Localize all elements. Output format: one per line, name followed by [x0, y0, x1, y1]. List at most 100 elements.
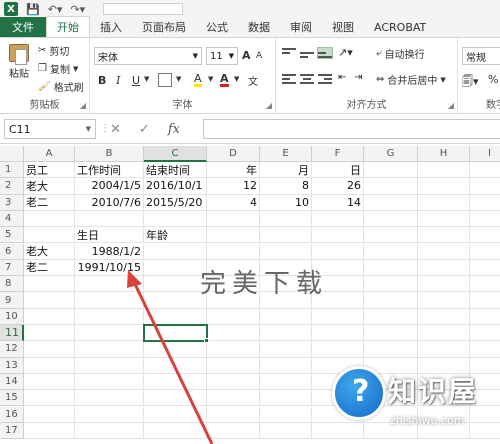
cell-g8[interactable] — [364, 276, 418, 293]
cell-h5[interactable] — [418, 227, 470, 244]
cell-e14[interactable] — [260, 373, 312, 391]
cell-i7[interactable] — [470, 260, 500, 277]
row-header-8[interactable]: 8 — [0, 276, 24, 293]
cell-e12[interactable] — [260, 341, 312, 358]
cell-b2[interactable]: 2004/1/5 — [75, 178, 144, 195]
cell-e5[interactable] — [260, 227, 312, 244]
cell-i1[interactable] — [470, 162, 500, 179]
fill-handle[interactable] — [204, 338, 209, 344]
cell-i4[interactable] — [470, 211, 500, 228]
cell-e16[interactable] — [260, 406, 312, 423]
cell-c14[interactable] — [144, 373, 207, 391]
cell-d14[interactable] — [207, 373, 260, 391]
cell-b15[interactable] — [75, 390, 144, 407]
cell-b9[interactable] — [75, 292, 144, 309]
dialog-launcher-icon[interactable]: ◢ — [266, 101, 272, 110]
decrease-indent-icon[interactable]: ⇤ — [338, 72, 346, 83]
cell-b12[interactable] — [75, 341, 144, 358]
cell-g1[interactable] — [364, 162, 418, 179]
cell-d12[interactable] — [207, 341, 260, 358]
column-header-a[interactable]: A — [24, 146, 75, 162]
cell-d1[interactable]: 年 — [207, 162, 260, 179]
cell-d6[interactable] — [207, 243, 260, 260]
cell-c7[interactable] — [144, 259, 207, 277]
cell-a3[interactable]: 老二 — [24, 194, 75, 211]
cell-f11[interactable] — [312, 325, 364, 342]
cell-h1[interactable] — [418, 162, 470, 179]
quick-access-box[interactable] — [103, 3, 184, 15]
tab-file[interactable]: 文件 — [0, 17, 46, 37]
font-size-select[interactable]: 11 ▼ — [206, 47, 238, 65]
cell-a17[interactable] — [24, 422, 75, 440]
cell-i10[interactable] — [470, 309, 500, 325]
cell-g5[interactable] — [364, 227, 418, 244]
cell-b13[interactable] — [75, 357, 144, 374]
row-header-7[interactable]: 7 — [0, 259, 24, 277]
tab-acrobat[interactable]: ACROBAT — [364, 17, 436, 37]
cell-a11[interactable] — [24, 325, 75, 342]
cell-b8[interactable] — [75, 276, 144, 293]
copy-button[interactable]: ❐ 复制 ▼ — [38, 61, 78, 76]
dialog-launcher-icon[interactable]: ◢ — [448, 101, 454, 110]
row-header-9[interactable]: 9 — [0, 292, 24, 309]
cell-c8[interactable] — [144, 276, 207, 293]
cell-f1[interactable]: 日 — [312, 162, 364, 179]
align-center-icon[interactable] — [300, 74, 314, 84]
cell-g10[interactable] — [364, 308, 418, 325]
column-header-d[interactable]: D — [207, 146, 260, 162]
column-header-i[interactable]: I — [470, 146, 500, 162]
cell-c11[interactable] — [144, 325, 207, 342]
row-header-4[interactable]: 4 — [0, 210, 24, 228]
shrink-font-button[interactable]: A — [256, 51, 262, 61]
cell-c10[interactable] — [144, 308, 207, 325]
italic-button[interactable]: I — [116, 74, 120, 87]
fill-color-icon[interactable]: A — [194, 73, 202, 87]
cell-c15[interactable] — [144, 390, 207, 407]
row-header-14[interactable]: 14 — [0, 373, 24, 391]
cell-d10[interactable] — [207, 308, 260, 325]
cell-e17[interactable] — [260, 422, 312, 440]
cell-i11[interactable] — [470, 325, 500, 342]
cell-d15[interactable] — [207, 390, 260, 407]
cell-b17[interactable] — [75, 422, 144, 440]
cell-h2[interactable] — [418, 178, 470, 195]
tab-insert[interactable]: 插入 — [90, 17, 132, 37]
cell-d4[interactable] — [207, 210, 260, 228]
grow-font-button[interactable]: A — [242, 49, 251, 62]
cell-a6[interactable]: 老大 — [24, 243, 75, 260]
cell-f5[interactable] — [312, 227, 364, 244]
save-icon[interactable]: 💾 — [26, 3, 40, 16]
cell-h3[interactable] — [418, 194, 470, 211]
cell-f6[interactable] — [312, 243, 364, 260]
column-header-h[interactable]: H — [418, 146, 470, 162]
number-format-select[interactable]: 常规 — [462, 47, 500, 65]
cell-a2[interactable]: 老大 — [24, 178, 75, 195]
row-header-13[interactable]: 13 — [0, 357, 24, 374]
row-header-12[interactable]: 12 — [0, 341, 24, 358]
cell-d2[interactable]: 12 — [207, 178, 260, 195]
cell-g7[interactable] — [364, 259, 418, 277]
font-color-icon[interactable]: A — [220, 73, 229, 87]
column-header-e[interactable]: E — [260, 146, 312, 162]
cell-a15[interactable] — [24, 390, 75, 407]
row-header-15[interactable]: 15 — [0, 390, 24, 407]
tab-page-layout[interactable]: 页面布局 — [132, 17, 196, 37]
cell-d11[interactable] — [207, 325, 260, 342]
cell-g2[interactable] — [364, 178, 418, 195]
cell-a16[interactable] — [24, 406, 75, 423]
bold-button[interactable]: B — [98, 74, 106, 87]
wrap-text-button[interactable]: ⤶ 自动换行 — [376, 46, 425, 61]
chevron-down-icon[interactable]: ▼ — [144, 75, 149, 83]
align-bottom-icon[interactable] — [317, 47, 333, 59]
cell-a4[interactable] — [24, 210, 75, 228]
name-box[interactable]: C11 ▼ — [4, 119, 96, 139]
cell-c13[interactable] — [144, 357, 207, 374]
cell-c2[interactable]: 2016/10/1 — [144, 178, 207, 195]
cell-f3[interactable]: 14 — [312, 194, 364, 211]
align-right-icon[interactable] — [318, 74, 332, 84]
cell-a12[interactable] — [24, 341, 75, 358]
row-header-17[interactable]: 17 — [0, 422, 24, 440]
cell-e4[interactable] — [260, 210, 312, 228]
insert-function-icon[interactable]: fx — [168, 122, 180, 137]
cell-b10[interactable] — [75, 308, 144, 325]
